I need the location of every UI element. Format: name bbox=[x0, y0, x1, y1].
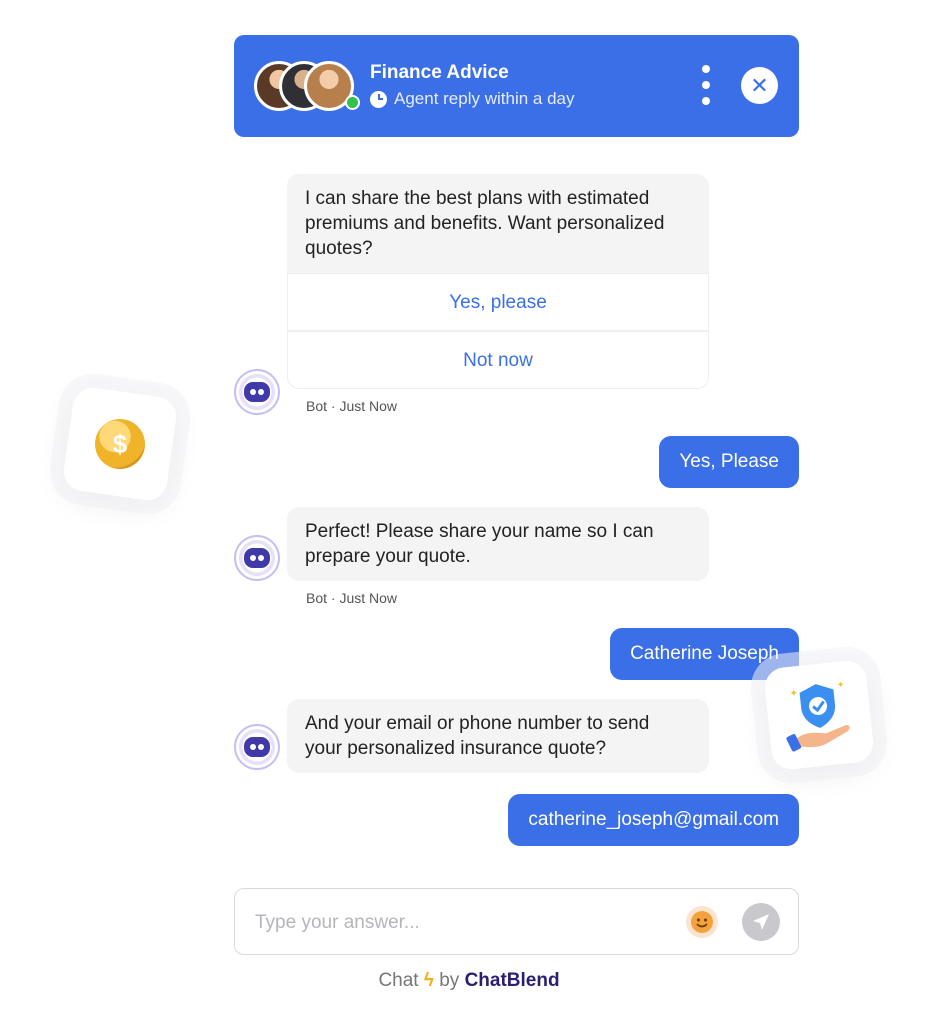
message-meta: Bot · Just Now bbox=[306, 590, 398, 606]
bot-avatar bbox=[234, 369, 280, 415]
more-options-icon[interactable] bbox=[700, 65, 712, 105]
robot-icon bbox=[244, 548, 270, 568]
smile-icon[interactable] bbox=[686, 906, 718, 938]
answer-input[interactable] bbox=[253, 889, 677, 956]
reply-time-text: Agent reply within a day bbox=[394, 89, 575, 108]
bot-message-text: And your email or phone number to send y… bbox=[305, 713, 650, 759]
bot-message: And your email or phone number to send y… bbox=[287, 699, 709, 773]
message-composer bbox=[234, 888, 799, 956]
bot-message-text: I can share the best plans with estimate… bbox=[305, 188, 665, 259]
send-icon bbox=[753, 914, 769, 930]
bot-avatar bbox=[234, 724, 280, 770]
option-not-now-button[interactable]: Not now bbox=[287, 331, 709, 389]
coin-card: $ bbox=[61, 385, 179, 503]
close-icon: ✕ bbox=[750, 72, 769, 98]
robot-icon bbox=[244, 737, 270, 757]
user-message: catherine_joseph@gmail.com bbox=[508, 794, 799, 846]
insurance-card: ✦ ✦ bbox=[762, 658, 876, 772]
svg-text:✦: ✦ bbox=[836, 679, 845, 690]
footer-chat-label: Chat bbox=[378, 970, 419, 991]
close-button[interactable]: ✕ bbox=[741, 67, 778, 104]
message-meta: Bot · Just Now bbox=[306, 398, 398, 414]
clock-icon bbox=[370, 90, 387, 108]
lightning-icon: ϟ bbox=[423, 970, 434, 991]
bot-message: I can share the best plans with estimate… bbox=[287, 174, 709, 389]
reply-time-subtitle: Agent reply within a day bbox=[370, 89, 575, 109]
chat-title: Finance Advice bbox=[370, 62, 509, 83]
svg-text:✦: ✦ bbox=[789, 688, 798, 700]
user-message: Yes, Please bbox=[659, 436, 799, 488]
brand-link[interactable]: ChatBlend bbox=[465, 970, 560, 991]
bot-message-text: Perfect! Please share your name so I can… bbox=[305, 521, 654, 567]
coin-icon: $ bbox=[95, 419, 145, 469]
powered-by-footer: Chat ϟ by ChatBlend bbox=[0, 970, 938, 992]
bot-message: Perfect! Please share your name so I can… bbox=[287, 507, 709, 581]
bot-avatar bbox=[234, 535, 280, 581]
footer-by-label: by bbox=[439, 970, 460, 991]
option-yes-please-button[interactable]: Yes, please bbox=[287, 273, 709, 331]
online-status-dot bbox=[345, 95, 360, 110]
shield-hand-icon: ✦ ✦ bbox=[786, 679, 850, 752]
send-button[interactable] bbox=[742, 903, 780, 941]
chat-header: Finance Advice Agent reply within a day … bbox=[234, 35, 799, 137]
robot-icon bbox=[244, 382, 270, 402]
